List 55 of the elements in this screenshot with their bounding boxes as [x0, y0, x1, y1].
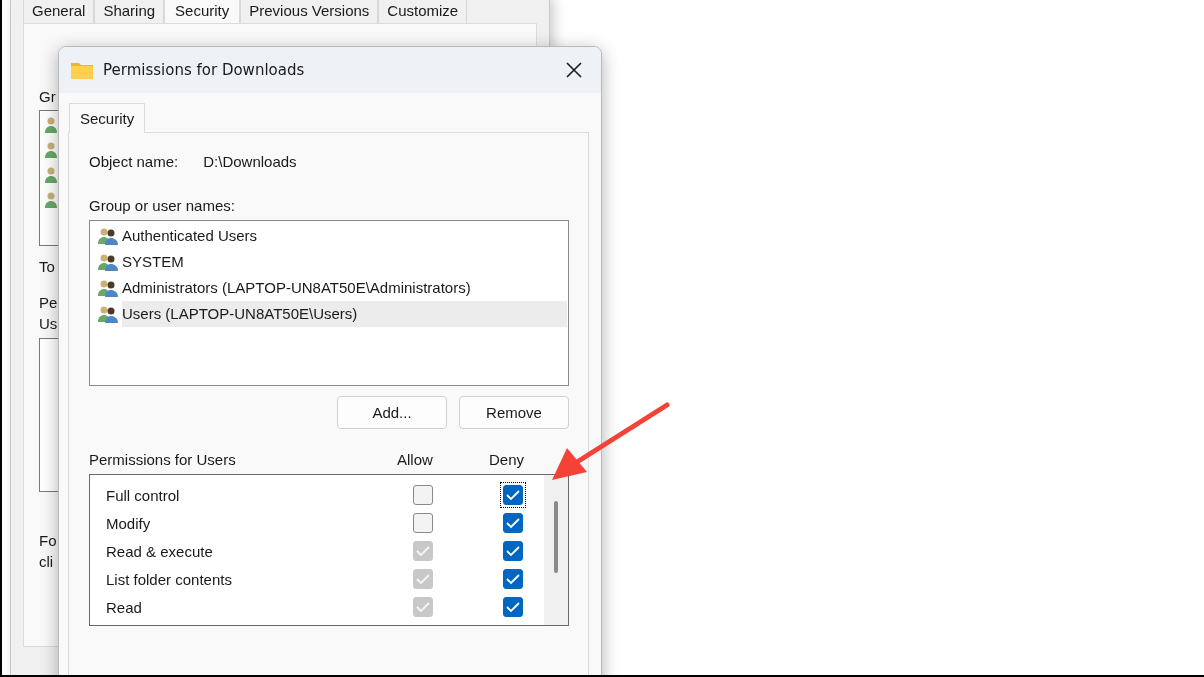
user-item[interactable]: Authenticated Users [122, 223, 260, 249]
tab[interactable]: Security [69, 103, 146, 133]
label: Gr [39, 88, 56, 105]
group-label: Group or user names: [89, 197, 236, 214]
check-icon [506, 545, 520, 557]
label: To [39, 258, 55, 275]
label: Pe [39, 294, 58, 311]
add-button[interactable]: Add... [337, 396, 447, 429]
close-icon [565, 61, 583, 79]
remove-button[interactable]: Remove [459, 396, 569, 429]
checkbox[interactable] [503, 513, 523, 533]
user-item[interactable]: SYSTEM [122, 249, 186, 275]
user-item[interactable]: Administrators (LAPTOP-UN8AT50E\Administrators) [122, 275, 473, 301]
users-icon [45, 142, 57, 159]
permission-name: Read & execute [106, 542, 214, 560]
label: cli [39, 553, 54, 570]
label: Fo [39, 532, 57, 549]
user-item[interactable]: Users (LAPTOP-UN8AT50E\Users) [122, 301, 567, 327]
permission-name: Modify [106, 514, 152, 532]
column-header: Allow [397, 451, 434, 468]
checkbox[interactable] [503, 569, 523, 589]
checkbox[interactable] [503, 597, 523, 617]
column-header: Deny [489, 451, 526, 468]
checkbox[interactable] [503, 541, 523, 561]
tab[interactable]: Previous Versions [240, 0, 379, 23]
checkbox[interactable] [413, 485, 433, 505]
permissions-label: Permissions for Users [89, 451, 237, 468]
users-icon [45, 167, 57, 184]
scrollbar[interactable] [544, 475, 568, 625]
tab[interactable]: General [23, 0, 95, 23]
permission-name: Read [106, 598, 143, 616]
users-icon [45, 192, 57, 209]
permission-name: Full control [106, 486, 181, 504]
object-name-label: Object name: [89, 153, 179, 170]
users-icon [97, 227, 119, 245]
object-name-value: D:\Downloads [203, 153, 297, 170]
users-icon [45, 117, 57, 134]
checkbox[interactable] [413, 513, 433, 533]
tab[interactable]: Customize [378, 0, 468, 23]
check-icon [416, 573, 430, 585]
users-icon [97, 253, 119, 271]
tab[interactable]: Security [164, 0, 241, 23]
check-icon [416, 545, 430, 557]
window-title: Permissions for Downloads [103, 61, 306, 79]
check-icon [506, 517, 520, 529]
check-icon [506, 573, 520, 585]
users-icon [97, 279, 119, 297]
tab[interactable]: Sharing [94, 0, 165, 23]
permission-name: List folder contents [106, 570, 233, 588]
check-icon [416, 601, 430, 613]
label: Us [39, 315, 58, 332]
check-icon [506, 601, 520, 613]
folder-icon [71, 61, 93, 79]
check-icon [506, 489, 520, 501]
users-icon [97, 305, 119, 323]
